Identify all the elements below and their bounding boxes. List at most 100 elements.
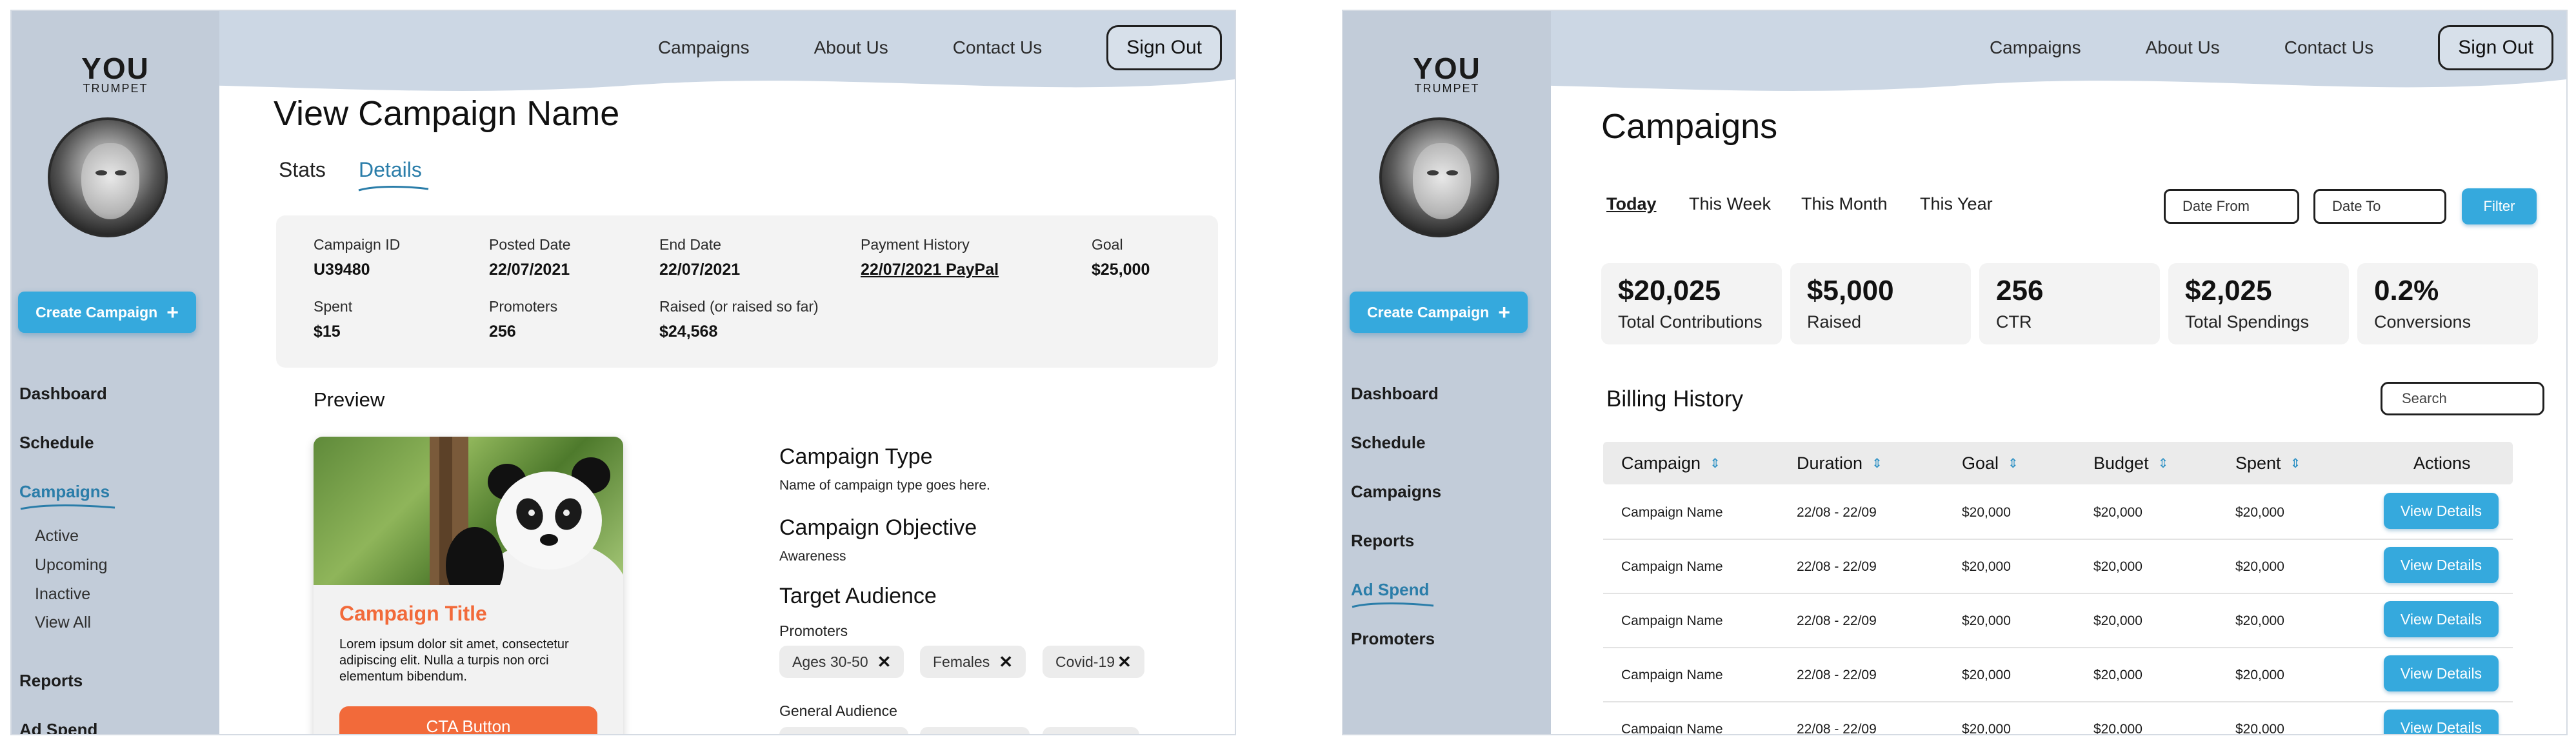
end-date-value: 22/07/2021 (659, 261, 741, 279)
sign-out-button[interactable]: Sign Out (2438, 25, 2553, 70)
col-campaign-label: Campaign (1621, 453, 1701, 473)
raised-value: $24,568 (659, 323, 718, 341)
audience-chip[interactable]: Ages 30-50 ✕ (779, 646, 904, 678)
filter-button[interactable]: Filter (2462, 188, 2537, 224)
sidebar-item-ad-spend[interactable]: Ad Spend (19, 720, 97, 734)
filter-today[interactable]: Today (1606, 194, 1657, 214)
col-campaign[interactable]: Campaign ⇕ (1621, 453, 1721, 473)
cta-button[interactable]: CTA Button (339, 706, 597, 734)
sort-icon[interactable]: ⇕ (2290, 457, 2301, 470)
cell-budget: $20,000 (2093, 505, 2142, 520)
sidebar-item-schedule[interactable]: Schedule (19, 433, 94, 453)
avatar[interactable] (1379, 117, 1499, 237)
table-row: Campaign Name 22/08 - 22/09 $20,000 $20,… (1603, 702, 2513, 735)
col-budget[interactable]: Budget ⇕ (2093, 453, 2168, 473)
nav-contact-link[interactable]: Contact Us (953, 37, 1043, 58)
spent-value: $15 (314, 323, 341, 341)
sign-out-button[interactable]: Sign Out (1106, 25, 1222, 70)
nav-campaigns-link[interactable]: Campaigns (1990, 37, 2081, 58)
card-body: Campaign Title Lorem ipsum dolor sit ame… (314, 585, 623, 734)
close-icon[interactable]: ✕ (877, 652, 892, 672)
audience-chip[interactable] (779, 727, 908, 734)
logo-main: YOU (81, 52, 150, 85)
chip-label: Covid-19 (1055, 653, 1115, 670)
sidebar: YOU TRUMPET Create Campaign + Dashboard … (12, 11, 219, 734)
stat-value: 256 (1996, 275, 2044, 306)
sidebar-item-campaigns[interactable]: Campaigns (1351, 482, 1441, 502)
logo[interactable]: YOU TRUMPET (12, 51, 219, 95)
sidebar-item-ad-spend[interactable]: Ad Spend (1351, 580, 1429, 600)
sidebar-sub-upcoming[interactable]: Upcoming (35, 556, 108, 575)
stat-value: $2,025 (2185, 275, 2272, 306)
nav-about-link[interactable]: About Us (2146, 37, 2220, 58)
table-header: Campaign ⇕ Duration ⇕ Goal ⇕ Budget ⇕ Spent ⇕… (1603, 442, 2513, 484)
logo[interactable]: YOU TRUMPET (1343, 51, 1551, 95)
view-details-button[interactable]: View Details (2384, 710, 2499, 734)
plus-icon: + (1498, 300, 1510, 324)
avatar[interactable] (48, 117, 168, 237)
cell-spent: $20,000 (2235, 668, 2284, 682)
cell-duration: 22/08 - 22/09 (1797, 668, 1877, 682)
campaign-type-text: Name of campaign type goes here. (779, 478, 990, 493)
cell-budget: $20,000 (2093, 668, 2142, 682)
filter-this-month[interactable]: This Month (1801, 194, 1888, 214)
card-title: Campaign Title (339, 602, 487, 625)
plus-icon: + (166, 300, 179, 324)
tab-details[interactable]: Details (359, 158, 422, 182)
goal-value: $25,000 (1092, 261, 1150, 279)
sort-icon[interactable]: ⇕ (2158, 457, 2169, 470)
date-to-input[interactable]: Date To (2313, 189, 2446, 224)
sidebar-item-schedule[interactable]: Schedule (1351, 433, 1426, 453)
close-icon[interactable]: ✕ (999, 652, 1013, 672)
payment-history-label: Payment History (861, 236, 970, 253)
audience-chip[interactable]: Females ✕ (920, 646, 1026, 678)
view-details-button[interactable]: View Details (2384, 547, 2499, 583)
campaigns-screen: Campaigns About Us Contact Us Sign Out Y… (1342, 10, 2568, 735)
sort-icon[interactable]: ⇕ (2008, 457, 2019, 470)
nav-about-link[interactable]: About Us (814, 37, 888, 58)
raised-label: Raised (or raised so far) (659, 298, 819, 315)
sidebar-item-dashboard[interactable]: Dashboard (19, 384, 107, 404)
sidebar-sub-active[interactable]: Active (35, 527, 79, 546)
audience-chip[interactable] (1043, 727, 1139, 734)
sidebar-item-dashboard[interactable]: Dashboard (1351, 384, 1439, 404)
col-duration[interactable]: Duration ⇕ (1797, 453, 1882, 473)
spent-label: Spent (314, 298, 353, 315)
create-campaign-button[interactable]: Create Campaign + (1350, 292, 1528, 333)
posted-date-value: 22/07/2021 (489, 261, 570, 279)
col-spent[interactable]: Spent ⇕ (2235, 453, 2301, 473)
view-details-button[interactable]: View Details (2384, 655, 2499, 691)
filter-this-week[interactable]: This Week (1689, 194, 1771, 214)
col-goal[interactable]: Goal ⇕ (1962, 453, 2019, 473)
sort-icon[interactable]: ⇕ (1710, 457, 1721, 470)
search-input[interactable]: Search (2381, 382, 2544, 415)
view-details-button[interactable]: View Details (2384, 601, 2499, 637)
sidebar-item-campaigns[interactable]: Campaigns (19, 482, 110, 502)
sidebar-sub-view-all[interactable]: View All (35, 613, 91, 632)
filter-this-year[interactable]: This Year (1920, 194, 1993, 214)
campaign-objective-text: Awareness (779, 549, 846, 564)
payment-history-link[interactable]: 22/07/2021 PayPal (861, 261, 999, 279)
sidebar-sub-inactive[interactable]: Inactive (35, 585, 90, 604)
cell-campaign: Campaign Name (1621, 505, 1723, 520)
view-details-button[interactable]: View Details (2384, 493, 2499, 529)
nav-campaigns-link[interactable]: Campaigns (658, 37, 750, 58)
close-icon[interactable]: ✕ (1117, 652, 1132, 672)
sidebar-item-reports[interactable]: Reports (1351, 531, 1414, 551)
audience-chip[interactable] (920, 727, 1030, 734)
stat-value: 0.2% (2374, 275, 2439, 306)
nav-contact-link[interactable]: Contact Us (2284, 37, 2374, 58)
sidebar-item-reports[interactable]: Reports (19, 671, 83, 691)
cell-duration: 22/08 - 22/09 (1797, 505, 1877, 520)
tab-stats[interactable]: Stats (279, 158, 326, 182)
create-campaign-button[interactable]: Create Campaign + (18, 292, 196, 333)
stat-value: $5,000 (1807, 275, 1894, 306)
sort-icon[interactable]: ⇕ (1872, 457, 1882, 470)
sidebar-item-promoters[interactable]: Promoters (1351, 629, 1435, 649)
active-underline (1352, 602, 1434, 608)
avatar-eye (115, 170, 126, 175)
campaign-preview-card[interactable]: Campaign Title Lorem ipsum dolor sit ame… (314, 437, 623, 734)
cell-goal: $20,000 (1962, 722, 2011, 735)
audience-chip[interactable]: Covid-19 ✕ (1043, 646, 1144, 678)
date-from-input[interactable]: Date From (2164, 189, 2299, 224)
